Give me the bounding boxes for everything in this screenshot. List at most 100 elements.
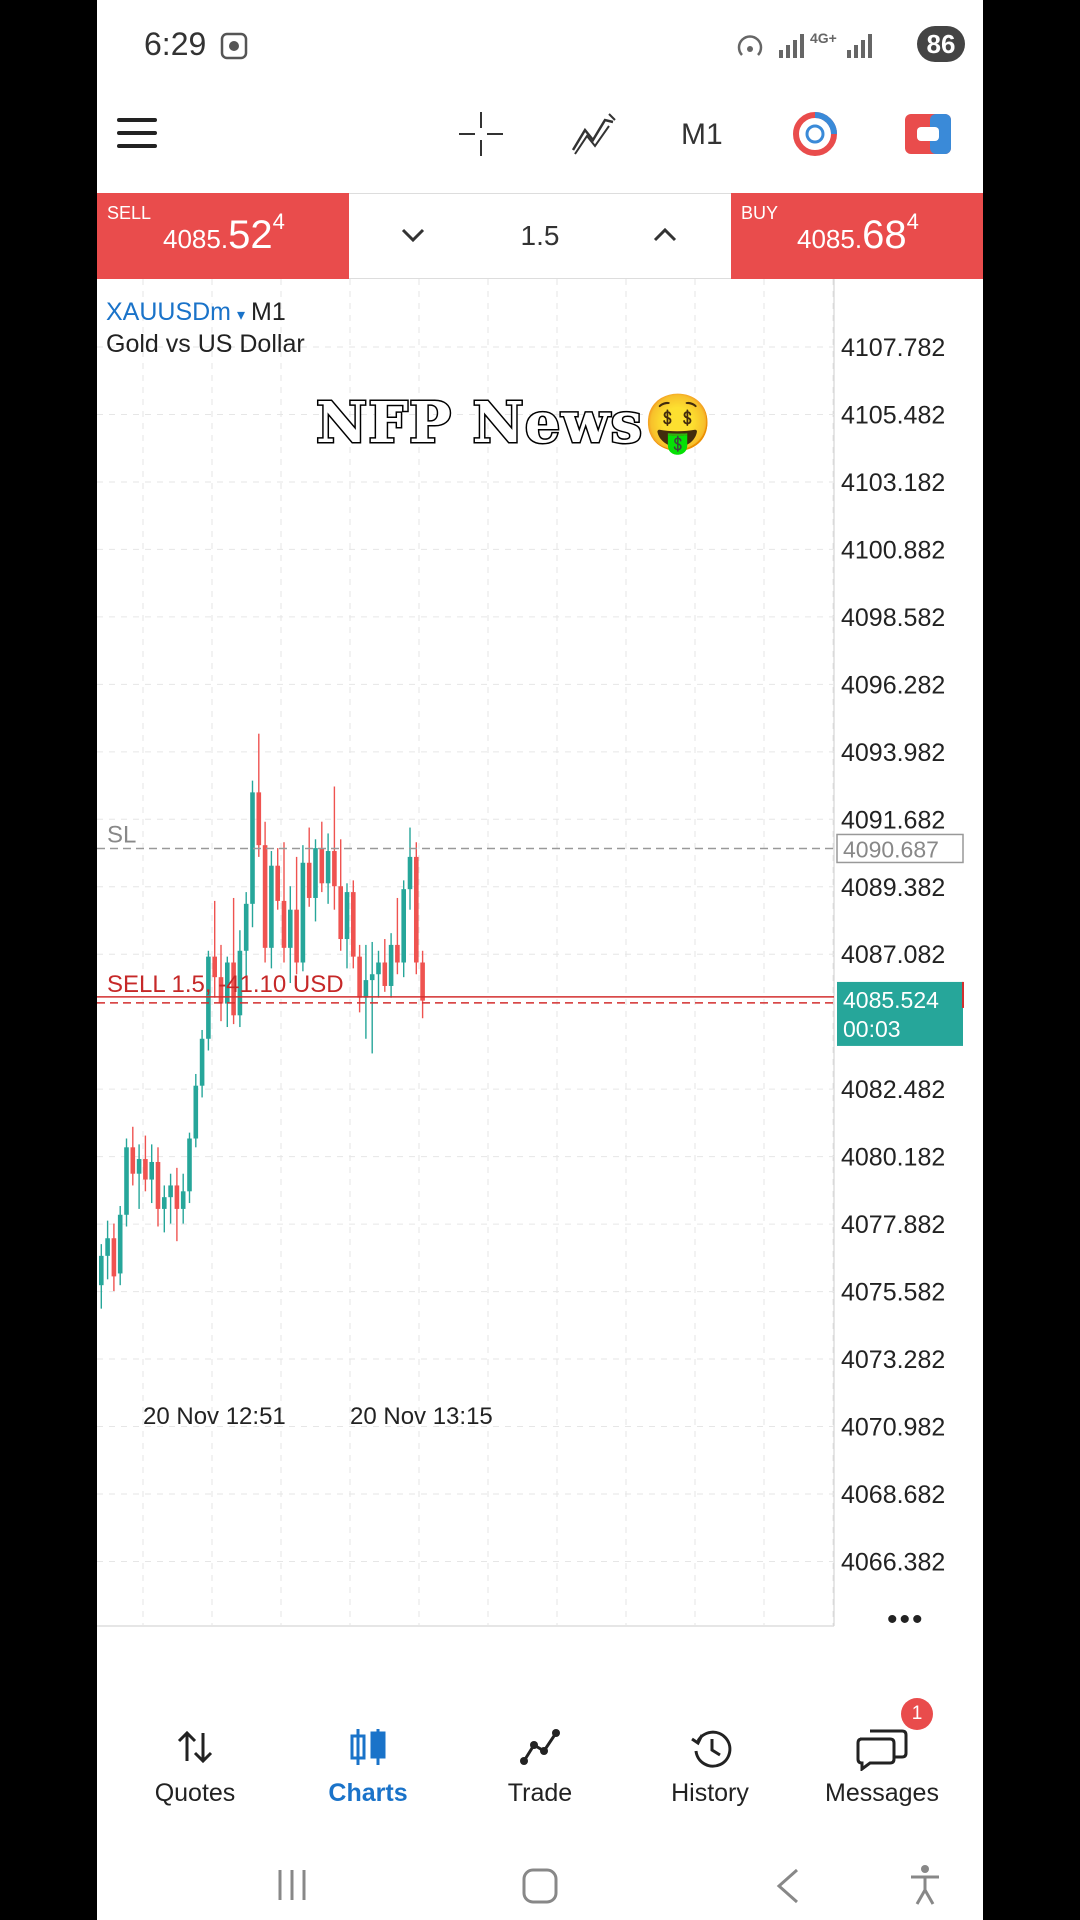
candle-body bbox=[313, 848, 318, 898]
messages-badge: 1 bbox=[901, 1698, 933, 1730]
buy-price: 4085.684 bbox=[797, 209, 919, 257]
candle-body bbox=[306, 862, 312, 898]
candle-body bbox=[269, 865, 274, 948]
candle-body bbox=[130, 1147, 136, 1174]
price-chart[interactable]: SL 4090.687 SELL 1.5, -41.10 USD 4085.524 00… bbox=[97, 279, 983, 1646]
candle-body bbox=[111, 1238, 117, 1277]
symbol-description: Gold vs US Dollar bbox=[106, 330, 305, 358]
sell-order-label: SELL 1.5, -41.10 USD bbox=[107, 971, 344, 998]
candle-body bbox=[332, 851, 337, 887]
status-bar: 6:29 4G+ 86 bbox=[97, 0, 983, 90]
candle-body bbox=[99, 1255, 104, 1286]
accessibility-icon[interactable] bbox=[909, 1864, 941, 1906]
status-time: 6:29 bbox=[144, 26, 207, 62]
candle-body bbox=[420, 962, 425, 1001]
candle-body bbox=[180, 1191, 186, 1209]
symbol-selector[interactable]: XAUUSDm ▾ M1 bbox=[106, 298, 286, 327]
current-price-label: 4085.524 bbox=[843, 987, 939, 1013]
candle-body bbox=[117, 1214, 123, 1274]
recent-apps-icon[interactable] bbox=[275, 1868, 309, 1902]
price-tick-label: 4096.282 bbox=[841, 671, 945, 699]
price-tick-label: 4107.782 bbox=[841, 334, 945, 362]
app-screen: 6:29 4G+ 86 M1 SELL 4085.524 1.5 BUY 408… bbox=[97, 0, 983, 1920]
indicators-icon[interactable] bbox=[569, 110, 617, 158]
price-tick-label: 4093.982 bbox=[841, 739, 945, 767]
nav-trade[interactable]: Trade bbox=[455, 1678, 625, 1807]
candle-countdown-label: 00:03 bbox=[843, 1016, 901, 1042]
price-tick-label: 4070.982 bbox=[841, 1414, 945, 1442]
home-icon[interactable] bbox=[522, 1868, 558, 1904]
candle-body bbox=[294, 909, 299, 963]
candle-body bbox=[401, 889, 406, 963]
candle-body bbox=[325, 851, 331, 884]
candle-body bbox=[357, 956, 362, 998]
price-tick-label: 4068.682 bbox=[841, 1481, 945, 1509]
lot-size-control: 1.5 bbox=[349, 193, 731, 279]
dropdown-caret-icon: ▾ bbox=[237, 307, 246, 324]
candle-body bbox=[319, 848, 325, 884]
candle-body bbox=[414, 856, 419, 963]
candle-body bbox=[300, 862, 306, 963]
candle-body bbox=[281, 900, 287, 948]
one-click-trading-icon[interactable] bbox=[793, 112, 837, 156]
price-tick-label: 4087.082 bbox=[841, 941, 945, 969]
nav-messages[interactable]: Messages bbox=[797, 1678, 967, 1807]
candle-body bbox=[407, 856, 413, 890]
nav-charts[interactable]: Charts bbox=[283, 1678, 453, 1807]
candle-body bbox=[288, 909, 293, 948]
sell-button[interactable]: SELL 4085.524 bbox=[97, 193, 349, 279]
stop-loss-label: SL bbox=[107, 821, 136, 848]
price-tick-label: 4089.382 bbox=[841, 874, 945, 902]
buy-label: BUY bbox=[741, 203, 779, 223]
back-icon[interactable] bbox=[773, 1868, 803, 1904]
crosshair-icon[interactable] bbox=[457, 110, 505, 158]
candle-body bbox=[363, 980, 369, 998]
candle-body bbox=[136, 1159, 142, 1174]
signal-icon-2 bbox=[847, 34, 872, 58]
chat-bubbles-icon bbox=[856, 1729, 908, 1771]
increase-lot-icon[interactable] bbox=[651, 224, 679, 246]
candle-body bbox=[193, 1085, 199, 1139]
chart-toolbar: M1 bbox=[97, 90, 983, 194]
candle-body bbox=[262, 845, 268, 948]
bottom-navigation: Quotes Charts Trade History Messages bbox=[97, 1668, 983, 1818]
candle-body bbox=[199, 1038, 205, 1086]
candle-body bbox=[168, 1185, 173, 1198]
price-tick-label: 4066.382 bbox=[841, 1548, 945, 1576]
candle-body bbox=[395, 944, 400, 963]
candle-body bbox=[275, 865, 280, 901]
screen-record-icon bbox=[220, 32, 248, 60]
time-axis-label: 20 Nov 13:15 bbox=[350, 1403, 493, 1430]
candle-body bbox=[388, 944, 394, 986]
candle-body bbox=[174, 1185, 180, 1209]
trade-panel-icon[interactable] bbox=[905, 114, 951, 154]
candle-body bbox=[124, 1147, 129, 1215]
sort-arrows-icon bbox=[177, 1730, 213, 1764]
nav-history[interactable]: History bbox=[625, 1678, 795, 1807]
candles-icon bbox=[350, 1729, 386, 1765]
candle-body bbox=[338, 886, 343, 940]
more-options-icon[interactable]: ••• bbox=[887, 1603, 925, 1637]
price-tick-label: 4105.482 bbox=[841, 401, 945, 429]
buy-button[interactable]: BUY 4085.684 bbox=[731, 193, 983, 279]
candle-body bbox=[143, 1159, 148, 1180]
candle-body bbox=[187, 1138, 192, 1192]
signal-icon bbox=[779, 34, 804, 58]
price-tick-label: 4073.282 bbox=[841, 1346, 945, 1374]
battery-level: 86 bbox=[917, 26, 965, 62]
candle-body bbox=[382, 962, 388, 986]
history-clock-icon bbox=[691, 1730, 732, 1768]
price-tick-label: 4080.182 bbox=[841, 1144, 945, 1172]
sl-price-label: 4090.687 bbox=[843, 836, 939, 862]
price-tick-label: 4100.882 bbox=[841, 536, 945, 564]
price-tick-label: 4098.582 bbox=[841, 604, 945, 632]
nav-quotes[interactable]: Quotes bbox=[110, 1678, 280, 1807]
candle-body bbox=[105, 1238, 110, 1256]
candle-body bbox=[155, 1161, 161, 1209]
candle-body bbox=[243, 903, 249, 951]
timeframe-button[interactable]: M1 bbox=[681, 118, 723, 152]
price-tick-label: 4075.582 bbox=[841, 1279, 945, 1307]
hotspot-icon bbox=[737, 35, 763, 56]
candle-body bbox=[344, 892, 350, 940]
menu-icon[interactable] bbox=[117, 118, 157, 150]
